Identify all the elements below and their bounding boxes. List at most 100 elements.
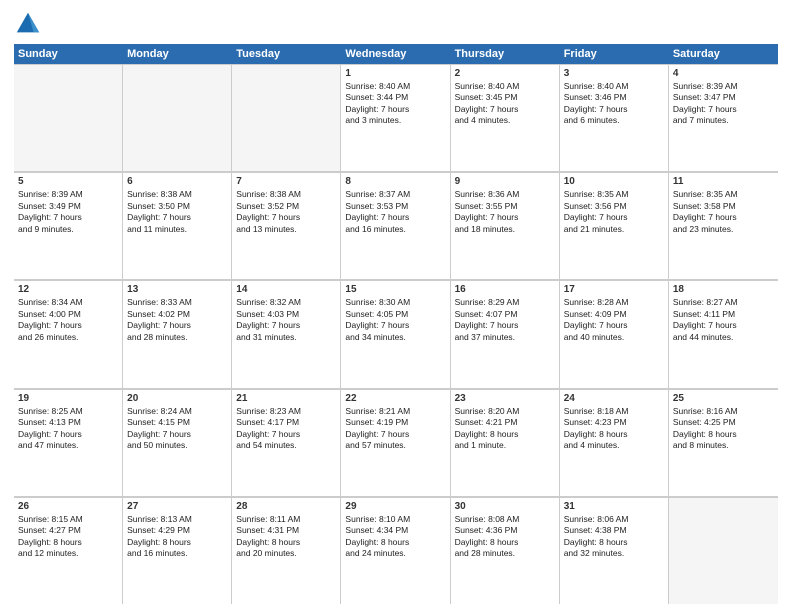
- day-number: 11: [673, 176, 774, 187]
- day-info: Sunrise: 8:18 AM Sunset: 4:23 PM Dayligh…: [564, 406, 664, 452]
- day-info: Sunrise: 8:15 AM Sunset: 4:27 PM Dayligh…: [18, 514, 118, 560]
- day-number: 29: [345, 501, 445, 512]
- day-info: Sunrise: 8:33 AM Sunset: 4:02 PM Dayligh…: [127, 297, 227, 343]
- day-cell-29: 29 Sunrise: 8:10 AM Sunset: 4:34 PM Dayli…: [341, 497, 450, 604]
- page: SundayMondayTuesdayWednesdayThursdayFrid…: [0, 0, 792, 612]
- day-number: 13: [127, 284, 227, 295]
- day-info: Sunrise: 8:20 AM Sunset: 4:21 PM Dayligh…: [455, 406, 555, 452]
- day-cell-24: 24 Sunrise: 8:18 AM Sunset: 4:23 PM Dayli…: [560, 389, 669, 496]
- day-cell-16: 16Sunrise: 8:29 AM Sunset: 4:07 PM Dayli…: [451, 280, 560, 387]
- day-number: 21: [236, 393, 336, 404]
- calendar: SundayMondayTuesdayWednesdayThursdayFrid…: [14, 44, 778, 604]
- logo: [14, 10, 44, 38]
- day-cell-17: 17 Sunrise: 8:28 AM Sunset: 4:09 PM Dayli…: [560, 280, 669, 387]
- day-cell-10: 10Sunrise: 8:35 AM Sunset: 3:56 PM Dayli…: [560, 172, 669, 279]
- day-cell-1: 1 Sunrise: 8:40 AM Sunset: 3:44 PM Daylig…: [341, 64, 450, 171]
- day-info: Sunrise: 8:24 AM Sunset: 4:15 PM Dayligh…: [127, 406, 227, 452]
- day-info: Sunrise: 8:11 AM Sunset: 4:31 PM Dayligh…: [236, 514, 336, 560]
- day-cell-23: 23Sunrise: 8:20 AM Sunset: 4:21 PM Dayli…: [451, 389, 560, 496]
- weeks: 1 Sunrise: 8:40 AM Sunset: 3:44 PM Daylig…: [14, 64, 778, 604]
- week-row-1: 1 Sunrise: 8:40 AM Sunset: 3:44 PM Daylig…: [14, 64, 778, 172]
- logo-icon: [14, 10, 42, 38]
- day-info: Sunrise: 8:06 AM Sunset: 4:38 PM Dayligh…: [564, 514, 664, 560]
- day-cell-30: 30 Sunrise: 8:08 AM Sunset: 4:36 PM Dayli…: [451, 497, 560, 604]
- day-info: Sunrise: 8:30 AM Sunset: 4:05 PM Dayligh…: [345, 297, 445, 343]
- day-headers: SundayMondayTuesdayWednesdayThursdayFrid…: [14, 44, 778, 64]
- day-number: 30: [455, 501, 555, 512]
- day-number: 22: [345, 393, 445, 404]
- day-info: Sunrise: 8:28 AM Sunset: 4:09 PM Dayligh…: [564, 297, 664, 343]
- day-info: Sunrise: 8:21 AM Sunset: 4:19 PM Dayligh…: [345, 406, 445, 452]
- day-cell-31: 31Sunrise: 8:06 AM Sunset: 4:38 PM Dayli…: [560, 497, 669, 604]
- day-info: Sunrise: 8:16 AM Sunset: 4:25 PM Dayligh…: [673, 406, 774, 452]
- day-info: Sunrise: 8:40 AM Sunset: 3:44 PM Dayligh…: [345, 81, 445, 127]
- day-number: 17: [564, 284, 664, 295]
- day-info: Sunrise: 8:37 AM Sunset: 3:53 PM Dayligh…: [345, 189, 445, 235]
- day-cell-12: 12 Sunrise: 8:34 AM Sunset: 4:00 PM Dayli…: [14, 280, 123, 387]
- header: [14, 10, 778, 38]
- day-info: Sunrise: 8:38 AM Sunset: 3:52 PM Dayligh…: [236, 189, 336, 235]
- day-cell-7: 7 Sunrise: 8:38 AM Sunset: 3:52 PM Daylig…: [232, 172, 341, 279]
- week-row-3: 12 Sunrise: 8:34 AM Sunset: 4:00 PM Dayli…: [14, 280, 778, 388]
- day-number: 8: [345, 176, 445, 187]
- day-cell-21: 21 Sunrise: 8:23 AM Sunset: 4:17 PM Dayli…: [232, 389, 341, 496]
- day-info: Sunrise: 8:35 AM Sunset: 3:58 PM Dayligh…: [673, 189, 774, 235]
- day-number: 3: [564, 68, 664, 79]
- day-cell-28: 28 Sunrise: 8:11 AM Sunset: 4:31 PM Dayli…: [232, 497, 341, 604]
- day-info: Sunrise: 8:35 AM Sunset: 3:56 PM Dayligh…: [564, 189, 664, 235]
- day-info: Sunrise: 8:40 AM Sunset: 3:45 PM Dayligh…: [455, 81, 555, 127]
- day-number: 9: [455, 176, 555, 187]
- day-number: 20: [127, 393, 227, 404]
- day-cell-empty: [232, 64, 341, 171]
- day-number: 26: [18, 501, 118, 512]
- day-header-wednesday: Wednesday: [341, 44, 450, 64]
- day-cell-22: 22 Sunrise: 8:21 AM Sunset: 4:19 PM Dayli…: [341, 389, 450, 496]
- day-header-tuesday: Tuesday: [232, 44, 341, 64]
- day-cell-2: 2 Sunrise: 8:40 AM Sunset: 3:45 PM Daylig…: [451, 64, 560, 171]
- day-info: Sunrise: 8:10 AM Sunset: 4:34 PM Dayligh…: [345, 514, 445, 560]
- day-info: Sunrise: 8:39 AM Sunset: 3:49 PM Dayligh…: [18, 189, 118, 235]
- day-cell-20: 20 Sunrise: 8:24 AM Sunset: 4:15 PM Dayli…: [123, 389, 232, 496]
- day-cell-19: 19Sunrise: 8:25 AM Sunset: 4:13 PM Dayli…: [14, 389, 123, 496]
- day-info: Sunrise: 8:40 AM Sunset: 3:46 PM Dayligh…: [564, 81, 664, 127]
- day-cell-13: 13 Sunrise: 8:33 AM Sunset: 4:02 PM Dayli…: [123, 280, 232, 387]
- day-number: 28: [236, 501, 336, 512]
- day-cell-4: 4Sunrise: 8:39 AM Sunset: 3:47 PM Daylig…: [669, 64, 778, 171]
- day-info: Sunrise: 8:32 AM Sunset: 4:03 PM Dayligh…: [236, 297, 336, 343]
- day-number: 1: [345, 68, 445, 79]
- day-number: 7: [236, 176, 336, 187]
- day-number: 25: [673, 393, 774, 404]
- day-cell-8: 8 Sunrise: 8:37 AM Sunset: 3:53 PM Daylig…: [341, 172, 450, 279]
- day-number: 15: [345, 284, 445, 295]
- day-number: 27: [127, 501, 227, 512]
- day-cell-11: 11 Sunrise: 8:35 AM Sunset: 3:58 PM Dayli…: [669, 172, 778, 279]
- day-cell-empty: [14, 64, 123, 171]
- day-cell-empty: [669, 497, 778, 604]
- day-cell-25: 25 Sunrise: 8:16 AM Sunset: 4:25 PM Dayli…: [669, 389, 778, 496]
- day-header-monday: Monday: [123, 44, 232, 64]
- day-info: Sunrise: 8:36 AM Sunset: 3:55 PM Dayligh…: [455, 189, 555, 235]
- day-info: Sunrise: 8:34 AM Sunset: 4:00 PM Dayligh…: [18, 297, 118, 343]
- week-row-5: 26 Sunrise: 8:15 AM Sunset: 4:27 PM Dayli…: [14, 497, 778, 604]
- day-info: Sunrise: 8:23 AM Sunset: 4:17 PM Dayligh…: [236, 406, 336, 452]
- day-number: 18: [673, 284, 774, 295]
- day-number: 14: [236, 284, 336, 295]
- day-cell-18: 18 Sunrise: 8:27 AM Sunset: 4:11 PM Dayli…: [669, 280, 778, 387]
- day-info: Sunrise: 8:27 AM Sunset: 4:11 PM Dayligh…: [673, 297, 774, 343]
- day-number: 6: [127, 176, 227, 187]
- day-number: 2: [455, 68, 555, 79]
- day-info: Sunrise: 8:08 AM Sunset: 4:36 PM Dayligh…: [455, 514, 555, 560]
- day-cell-6: 6 Sunrise: 8:38 AM Sunset: 3:50 PM Daylig…: [123, 172, 232, 279]
- day-info: Sunrise: 8:38 AM Sunset: 3:50 PM Dayligh…: [127, 189, 227, 235]
- day-number: 12: [18, 284, 118, 295]
- day-number: 4: [673, 68, 774, 79]
- day-info: Sunrise: 8:29 AM Sunset: 4:07 PM Dayligh…: [455, 297, 555, 343]
- week-row-2: 5 Sunrise: 8:39 AM Sunset: 3:49 PM Daylig…: [14, 172, 778, 280]
- day-info: Sunrise: 8:13 AM Sunset: 4:29 PM Dayligh…: [127, 514, 227, 560]
- day-number: 5: [18, 176, 118, 187]
- day-cell-9: 9 Sunrise: 8:36 AM Sunset: 3:55 PM Daylig…: [451, 172, 560, 279]
- day-cell-14: 14 Sunrise: 8:32 AM Sunset: 4:03 PM Dayli…: [232, 280, 341, 387]
- day-info: Sunrise: 8:25 AM Sunset: 4:13 PM Dayligh…: [18, 406, 118, 452]
- day-number: 24: [564, 393, 664, 404]
- day-cell-5: 5 Sunrise: 8:39 AM Sunset: 3:49 PM Daylig…: [14, 172, 123, 279]
